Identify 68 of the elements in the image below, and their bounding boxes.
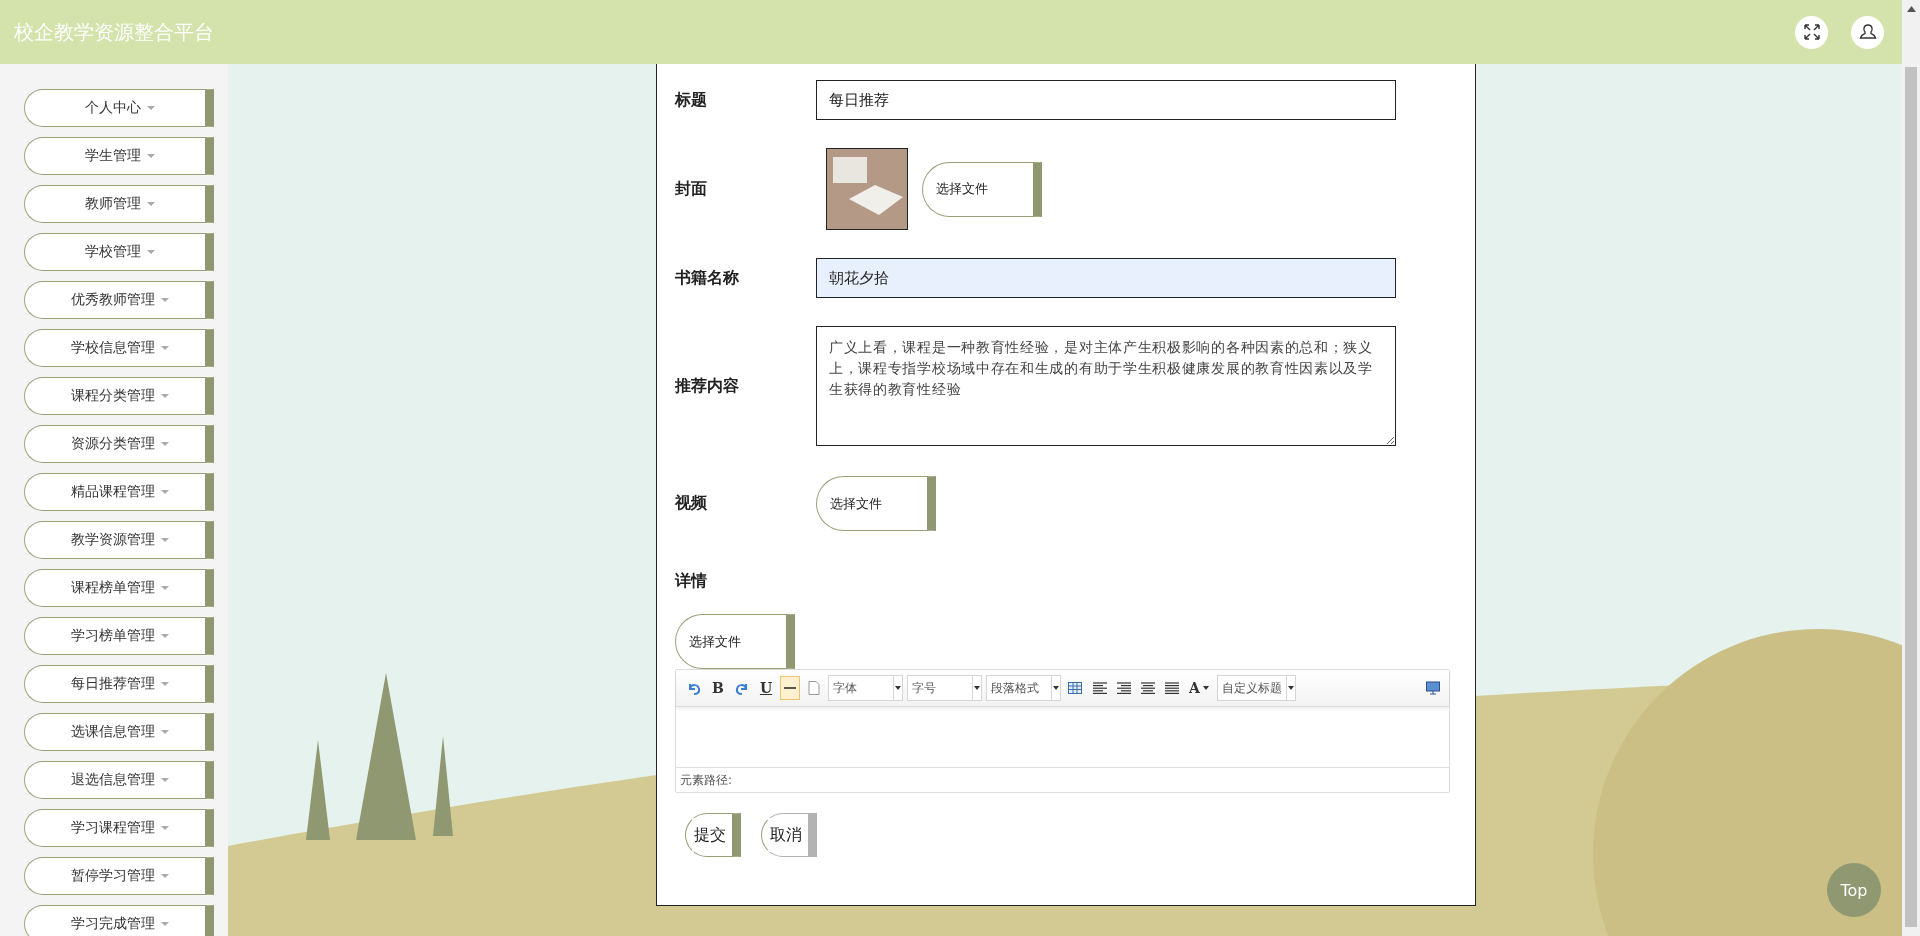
sidebar-item[interactable]: 学习课程管理 <box>24 809 214 847</box>
field-label: 视频 <box>675 493 708 514</box>
sidebar-item[interactable]: 暂停学习管理 <box>24 857 214 895</box>
sidebar-item[interactable]: 学校管理 <box>24 233 214 271</box>
sidebar-item[interactable]: 学生管理 <box>24 137 214 175</box>
caret-icon <box>974 686 980 690</box>
field-label: 书籍名称 <box>675 267 740 289</box>
user-icon[interactable] <box>1851 15 1884 49</box>
caret-icon <box>147 105 155 111</box>
sidebar-item[interactable]: 退选信息管理 <box>24 761 214 799</box>
caret-icon <box>161 825 169 831</box>
field-label: 详情 <box>675 571 708 592</box>
field-label: 推荐内容 <box>675 375 740 397</box>
cancel-button[interactable]: 取消 <box>761 813 817 857</box>
sidebar-item[interactable]: 课程榜单管理 <box>24 569 214 607</box>
caret-icon <box>161 489 169 495</box>
caret-icon <box>161 873 169 879</box>
text-area[interactable]: 广义上看，课程是一种教育性经验，是对主体产生积极影响的各种因素的总和；狭义上，课程专指学校场域中存在和生成的有助于学生积极健康发展的教育性因素以及学生获得的教育性经验 <box>816 326 1396 446</box>
caret-icon <box>161 921 169 927</box>
toolbar-dropdown[interactable]: 段落格式 <box>986 675 1061 701</box>
sidebar-item[interactable]: 学校信息管理 <box>24 329 214 367</box>
caret-icon <box>895 686 901 690</box>
choose-file-button[interactable]: 选择文件 <box>922 161 1042 217</box>
caret-icon <box>161 441 169 447</box>
caret-icon <box>1053 686 1059 690</box>
caret-icon <box>161 585 169 591</box>
caret-icon <box>161 297 169 303</box>
text-field[interactable]: 朝花夕拾 <box>816 258 1396 298</box>
caret-icon <box>147 249 155 255</box>
sidebar-item[interactable]: 资源分类管理 <box>24 425 214 463</box>
sidebar-item[interactable]: 课程分类管理 <box>24 377 214 415</box>
sidebar-item[interactable]: 精品课程管理 <box>24 473 214 511</box>
scrollbar[interactable] <box>1902 0 1920 936</box>
caret-icon <box>161 729 169 735</box>
toolbar-dropdown[interactable]: 字号 <box>907 675 982 701</box>
underline-button[interactable]: U <box>756 676 776 700</box>
caret-icon <box>1288 686 1294 690</box>
scroll-up-icon[interactable] <box>1906 6 1916 12</box>
caret-icon <box>161 777 169 783</box>
sidebar-item[interactable]: 学习完成管理 <box>24 905 214 936</box>
font-color-button[interactable]: A <box>1185 676 1213 700</box>
text-field[interactable]: 每日推荐 <box>816 80 1396 120</box>
caret-icon <box>161 537 169 543</box>
sidebar-item[interactable]: 学习榜单管理 <box>24 617 214 655</box>
field-label: 标题 <box>675 89 708 111</box>
sidebar-item[interactable]: 选课信息管理 <box>24 713 214 751</box>
toolbar-dropdown[interactable]: 自定义标题 <box>1217 675 1296 701</box>
sidebar-item[interactable]: 教师管理 <box>24 185 214 223</box>
caret-icon <box>1202 686 1209 690</box>
caret-icon <box>161 633 169 639</box>
choose-file-button[interactable]: 选择文件 <box>675 614 795 669</box>
caret-icon <box>161 345 169 351</box>
caret-icon <box>161 681 169 687</box>
field-label: 封面 <box>675 178 708 200</box>
sidebar-item[interactable]: 个人中心 <box>24 89 214 127</box>
choose-file-button[interactable]: 选择文件 <box>816 476 936 531</box>
submit-button[interactable]: 提交 <box>685 813 741 857</box>
bold-button[interactable]: B <box>708 676 728 700</box>
sidebar-item[interactable]: 优秀教师管理 <box>24 281 214 319</box>
caret-icon <box>147 201 155 207</box>
fullscreen-icon[interactable] <box>1795 15 1828 49</box>
toolbar-dropdown[interactable]: 字体 <box>828 675 903 701</box>
sidebar-item[interactable]: 每日推荐管理 <box>24 665 214 703</box>
caret-icon <box>161 393 169 399</box>
element-path-label: 元素路径: <box>680 771 733 789</box>
site-title: 校企教学资源整合平台 <box>14 18 214 46</box>
caret-icon <box>147 153 155 159</box>
sidebar-item[interactable]: 教学资源管理 <box>24 521 214 559</box>
